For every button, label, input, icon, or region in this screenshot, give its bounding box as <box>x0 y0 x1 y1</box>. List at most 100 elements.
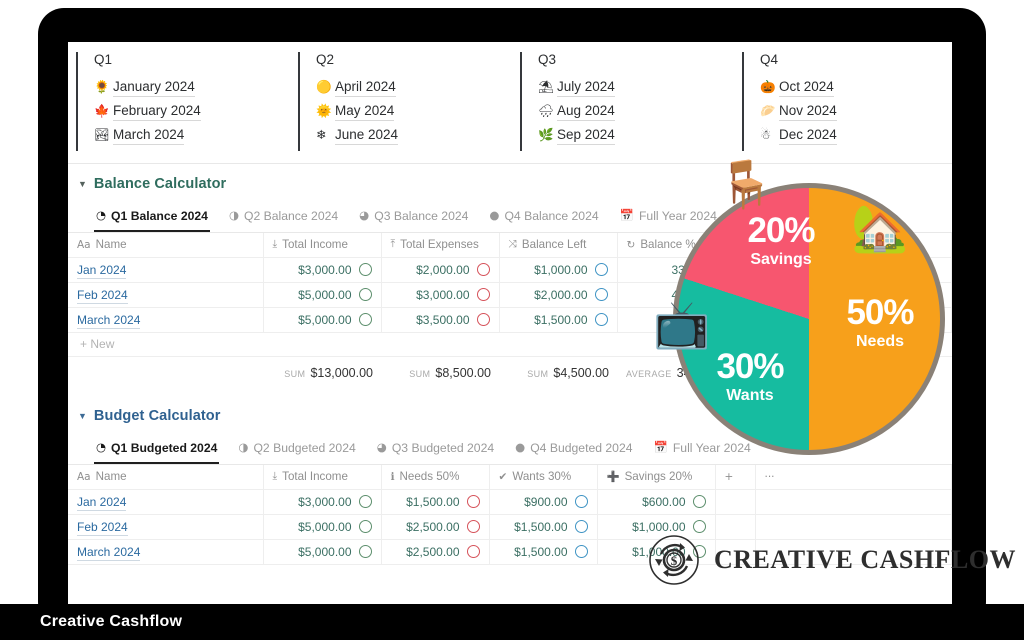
pie-slice-label: Savings <box>750 251 812 268</box>
column-header-savings[interactable]: ➕ Savings 20% <box>597 465 716 490</box>
column-header-needs[interactable]: ℹ Needs 50% <box>381 465 490 490</box>
month-item[interactable]: ❄ June 2024 <box>316 123 508 147</box>
month-item[interactable]: 🟡 April 2024 <box>316 75 508 99</box>
tab-label: Q1 Budgeted 2024 <box>111 441 218 455</box>
cell-savings[interactable]: $600.00 <box>597 489 716 515</box>
page-title: Balance Calculator <box>93 176 227 192</box>
progress-ring-icon <box>358 288 372 301</box>
month-label: Oct 2024 <box>779 78 834 97</box>
row-name-cell[interactable]: Jan 2024 <box>68 257 264 283</box>
text-type-icon: Aa <box>77 238 91 251</box>
cell-wants[interactable]: $900.00 <box>489 489 598 515</box>
column-label: Balance Left <box>521 238 587 252</box>
month-item[interactable]: ⛱ July 2024 <box>538 75 730 99</box>
tab-q1-balance[interactable]: ◔ Q1 Balance 2024 <box>94 206 210 232</box>
month-item[interactable]: 🌞 May 2024 <box>316 99 508 123</box>
plus-icon: + <box>724 470 734 483</box>
month-item[interactable]: 🏞 March 2024 <box>94 123 286 147</box>
info-icon: ℹ <box>390 470 395 483</box>
cell-wants[interactable]: $1,500.00 <box>489 539 598 565</box>
cell-total-income[interactable]: $5,000.00 <box>263 282 382 308</box>
cell-needs[interactable]: $2,500.00 <box>381 539 490 565</box>
pie-slice-needs: 50% Needs <box>825 295 935 351</box>
row-name-cell[interactable]: Feb 2024 <box>68 282 264 308</box>
month-label: July 2024 <box>557 78 615 97</box>
tab-q4-balance[interactable]: ● Q4 Balance 2024 <box>487 206 600 232</box>
month-item[interactable]: 🎃 Oct 2024 <box>760 75 952 99</box>
row-name-cell[interactable]: Jan 2024 <box>68 489 264 515</box>
progress-ring-icon <box>466 545 480 558</box>
herb-icon: 🌿 <box>538 126 554 142</box>
snowman-icon: ☃ <box>760 126 772 142</box>
moon-three-quarter-icon: ◕ <box>376 440 387 455</box>
moon-quarter-icon: ◔ <box>96 440 107 455</box>
tab-q2-budgeted[interactable]: ◑ Q2 Budgeted 2024 <box>236 438 357 464</box>
column-header-balance-left[interactable]: ⤨ Balance Left <box>499 233 618 258</box>
cell-balance-left[interactable]: $1,000.00 <box>499 257 618 283</box>
cell-balance-left[interactable]: $2,000.00 <box>499 282 618 308</box>
progress-ring-icon <box>692 520 706 533</box>
row-name-cell[interactable]: Feb 2024 <box>68 514 264 540</box>
cell-total-income[interactable]: $5,000.00 <box>263 539 382 565</box>
cell-total-income[interactable]: $5,000.00 <box>263 307 382 333</box>
cell-needs[interactable]: $1,500.00 <box>381 489 490 515</box>
refresh-icon: ↻ <box>626 238 636 251</box>
tab-label: Q3 Balance 2024 <box>374 209 469 223</box>
rocking-chair-icon: 🪑 <box>717 157 775 211</box>
add-column-button[interactable]: + <box>715 465 756 490</box>
month-label: March 2024 <box>113 126 185 145</box>
pumpkin-icon: 🎃 <box>760 78 776 94</box>
column-header-name[interactable]: Aa Name <box>68 233 264 258</box>
tab-q4-budgeted[interactable]: ● Q4 Budgeted 2024 <box>513 438 634 464</box>
cell-total-income[interactable]: $3,000.00 <box>263 489 382 515</box>
pie-slice-label: Wants <box>726 387 774 404</box>
tab-q2-balance[interactable]: ◑ Q2 Balance 2024 <box>227 206 340 232</box>
pie-slice-savings: 20% Savings <box>721 213 841 269</box>
month-item[interactable]: 🍁 February 2024 <box>94 99 286 123</box>
tab-label: Q3 Budgeted 2024 <box>391 441 495 455</box>
cell-wants[interactable]: $1,500.00 <box>489 514 598 540</box>
chevron-down-icon[interactable]: ▼ <box>78 411 87 421</box>
summary-total-expenses[interactable]: SUM $8,500.00 <box>381 356 499 390</box>
row-name-cell[interactable]: March 2024 <box>68 539 264 565</box>
progress-ring-icon <box>358 520 372 533</box>
tab-label: Q2 Budgeted 2024 <box>253 441 356 455</box>
tab-q1-budgeted[interactable]: ◔ Q1 Budgeted 2024 <box>94 438 220 464</box>
column-header-total-expenses[interactable]: ⤒ Total Expenses <box>381 233 500 258</box>
cell-total-expenses[interactable]: $3,000.00 <box>381 282 500 308</box>
summary-total-income[interactable]: SUM $13,000.00 <box>263 356 381 390</box>
budget-rule-pie-chart: 50% Needs 30% Wants 20% Savings 🏡 📺 🪑 <box>653 161 955 465</box>
row-name-cell[interactable]: March 2024 <box>68 307 264 333</box>
more-options-button[interactable]: ··· <box>755 465 952 490</box>
column-header-total-income[interactable]: ⤓ Total Income <box>263 465 382 490</box>
column-header-name[interactable]: Aa Name <box>68 465 264 490</box>
month-item[interactable]: ☃ Dec 2024 <box>760 123 952 147</box>
column-label: Needs 50% <box>399 470 460 484</box>
tab-q3-budgeted[interactable]: ◕ Q3 Budgeted 2024 <box>375 438 496 464</box>
cell-total-expenses[interactable]: $2,000.00 <box>381 257 500 283</box>
table-row[interactable]: Jan 2024 $3,000.00 $1,500.00 $900.00 $60… <box>68 489 952 515</box>
pie-slice-value: 30% <box>716 347 784 386</box>
column-header-total-income[interactable]: ⤓ Total Income <box>263 233 382 258</box>
cell-spacer <box>755 489 952 515</box>
moon-half-icon: ◑ <box>238 440 249 455</box>
cell-total-income[interactable]: $3,000.00 <box>263 257 382 283</box>
month-item[interactable]: 🌿 Sep 2024 <box>538 123 730 147</box>
brand-name: CREATIVE CASHFLOW <box>714 545 1017 574</box>
cell-needs[interactable]: $2,500.00 <box>381 514 490 540</box>
cell-total-expenses[interactable]: $3,500.00 <box>381 307 500 333</box>
television-icon: 📺 <box>653 297 711 351</box>
tab-q3-balance[interactable]: ◕ Q3 Balance 2024 <box>357 206 470 232</box>
brand-logo: $ CREATIVE CASHFLOW <box>648 534 1016 586</box>
month-label: February 2024 <box>113 102 201 121</box>
month-item[interactable]: 🌧 Aug 2024 <box>538 99 730 123</box>
column-header-wants[interactable]: ✔ Wants 30% <box>489 465 598 490</box>
month-item[interactable]: 🥟 Nov 2024 <box>760 99 952 123</box>
month-item[interactable]: 🌻 January 2024 <box>94 75 286 99</box>
upload-icon: ⤒ <box>390 238 396 251</box>
cell-total-income[interactable]: $5,000.00 <box>263 514 382 540</box>
pie-slice-wants: 30% Wants <box>695 349 805 405</box>
chevron-down-icon[interactable]: ▼ <box>78 179 87 189</box>
summary-balance-left[interactable]: SUM $4,500.00 <box>499 356 617 390</box>
cell-balance-left[interactable]: $1,500.00 <box>499 307 618 333</box>
